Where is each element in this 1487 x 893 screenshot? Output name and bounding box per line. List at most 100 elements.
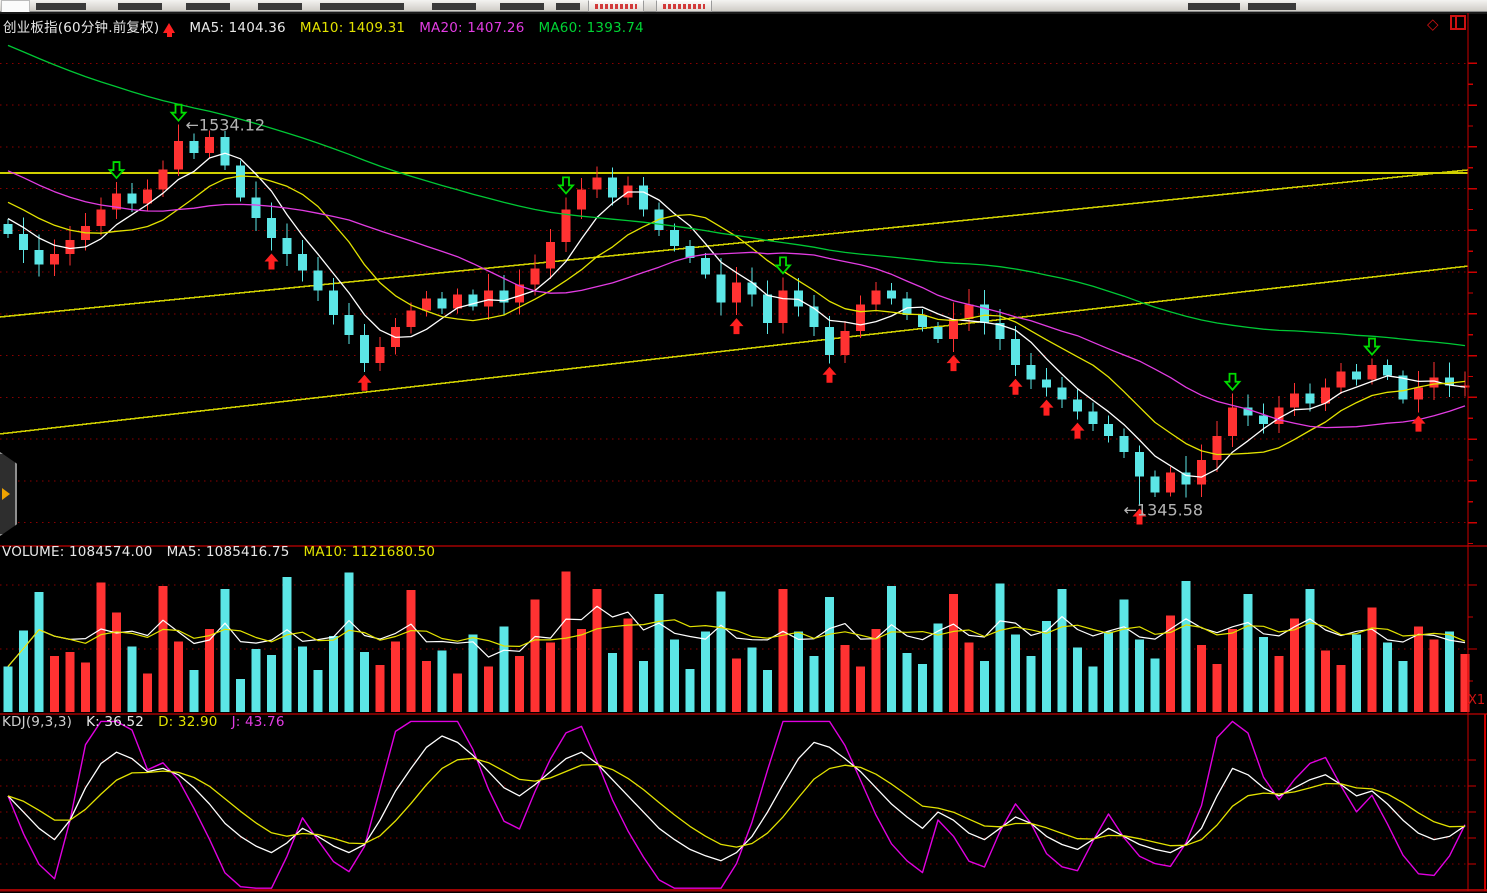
candle-body <box>438 299 447 309</box>
candle-body <box>1011 339 1020 365</box>
candle-body <box>407 311 416 327</box>
volume-bar <box>1352 634 1361 712</box>
volume-bar <box>810 656 819 712</box>
candle-body <box>1197 460 1206 484</box>
ma10-value: MA10: 1409.31 <box>300 20 405 36</box>
volume-bar <box>608 653 617 712</box>
volume-bar <box>1011 634 1020 712</box>
volume-bar <box>422 661 431 712</box>
candle-body <box>1383 365 1392 375</box>
candle-body <box>593 177 602 189</box>
candle-body <box>546 242 555 268</box>
volume-bar <box>81 663 90 712</box>
buy-signal-arrow-icon <box>1071 423 1085 439</box>
volume-bar <box>50 656 59 712</box>
candle-body <box>1306 394 1315 404</box>
volume-bar <box>19 631 28 712</box>
diamond-icon[interactable]: ◇ <box>1427 15 1439 33</box>
candle-body <box>174 141 183 169</box>
buy-signal-arrow-icon <box>823 367 837 383</box>
volume-bar <box>1073 648 1082 712</box>
candle-body <box>1290 394 1299 408</box>
volume-bar <box>469 634 478 712</box>
buy-signal-arrow-icon <box>358 375 372 391</box>
candle-body <box>717 274 726 302</box>
volume-bar <box>190 670 199 712</box>
candle-body <box>531 268 540 284</box>
volume-bar <box>221 589 230 712</box>
candle-body <box>422 299 431 311</box>
volume-bar <box>903 653 912 712</box>
candle-body <box>1337 371 1346 387</box>
kdj-j-value: J: 43.76 <box>232 714 285 730</box>
volume-bar <box>655 594 664 712</box>
volume-bar <box>856 666 865 712</box>
volume-bar <box>934 624 943 712</box>
main-chart-canvas[interactable]: ←1534.12←1345.58 <box>0 0 1487 893</box>
candle-body <box>934 327 943 339</box>
volume-bar <box>345 573 354 712</box>
sell-signal-arrow-icon <box>172 105 186 121</box>
axis-corner-label[interactable]: X1 <box>1468 693 1485 708</box>
buy-signal-arrow-icon <box>947 355 961 371</box>
candle-body <box>1058 387 1067 399</box>
volume-bar <box>1445 632 1454 712</box>
buy-signal-arrow-icon <box>730 318 744 334</box>
candle-body <box>190 141 199 153</box>
candle-body <box>1166 472 1175 492</box>
bottom-border <box>0 889 1487 892</box>
volume-ma5-value: MA5: 1085416.75 <box>167 544 290 560</box>
volume-bar <box>996 583 1005 712</box>
volume-bar <box>35 592 44 712</box>
volume-bar <box>701 632 710 712</box>
candle-body <box>236 165 245 197</box>
volume-bar <box>66 652 75 712</box>
candle-body <box>1135 452 1144 476</box>
ma60-value: MA60: 1393.74 <box>539 20 644 36</box>
volume-bar <box>4 666 13 712</box>
volume-bar <box>562 572 571 712</box>
volume-bar <box>298 647 307 712</box>
split-window-icon[interactable] <box>1450 15 1466 30</box>
volume-bar <box>438 650 447 712</box>
trading-app-window: ←1534.12←1345.58 创业板指(60分钟.前复权)MA5: 1404… <box>0 0 1487 893</box>
volume-bar <box>546 642 555 712</box>
candle-body <box>128 194 137 204</box>
candle-body <box>670 230 679 246</box>
volume-bar <box>1290 618 1299 712</box>
volume-bar <box>1275 656 1284 712</box>
candle-body <box>205 137 214 153</box>
volume-bar <box>1228 629 1237 712</box>
candle-body <box>1089 412 1098 424</box>
volume-bar <box>143 673 152 712</box>
volume-bar <box>1430 640 1439 712</box>
volume-bar <box>717 591 726 712</box>
volume-bar <box>531 600 540 713</box>
volume-bar <box>965 642 974 712</box>
volume-bar <box>500 626 509 712</box>
candle-body <box>1120 436 1129 452</box>
candle-body <box>376 347 385 363</box>
candle-body <box>1213 436 1222 460</box>
volume-bar <box>825 597 834 712</box>
candle-body <box>903 299 912 315</box>
candle-body <box>965 305 974 319</box>
volume-bar <box>314 670 323 712</box>
volume-bar <box>794 632 803 712</box>
candle-body <box>639 185 648 209</box>
volume-bar <box>593 589 602 712</box>
volume-bar <box>376 665 385 712</box>
volume-bar <box>949 594 958 712</box>
volume-bar <box>267 655 276 712</box>
up-arrow-icon <box>163 23 175 33</box>
kdj-j-line <box>8 721 1465 888</box>
candle-body <box>949 319 958 339</box>
volume-bar <box>1321 650 1330 712</box>
volume-bar <box>252 649 261 712</box>
kdj-k-value: K: 36.52 <box>86 714 144 730</box>
candle-body <box>872 291 881 305</box>
candle-body <box>732 282 741 302</box>
candle-body <box>484 291 493 307</box>
sidebar-expand-handle[interactable] <box>0 452 17 536</box>
volume-bar <box>97 582 106 712</box>
